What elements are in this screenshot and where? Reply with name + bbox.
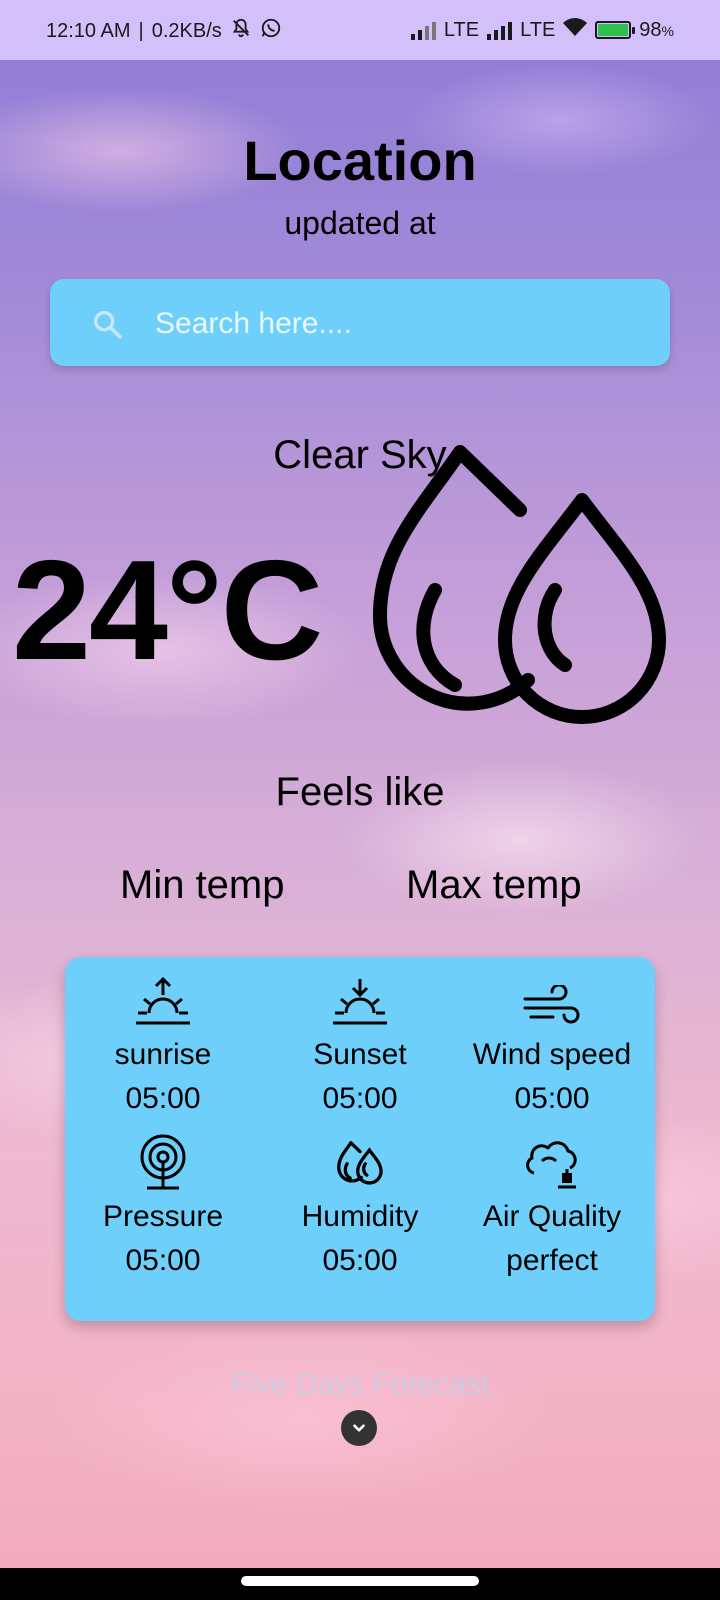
detail-label: Air Quality [482,1200,622,1233]
sunset-icon [262,973,458,1029]
pressure-icon [65,1134,261,1191]
feels-like-label: Feels like [275,770,445,814]
signal-icon [487,20,513,40]
status-net-speed: 0.2KB/s [151,19,222,42]
water-drops-icon [360,440,680,775]
temperature-value: 24°C [12,531,323,690]
detail-pressure: Pressure 05:00 [65,1134,261,1279]
detail-sunset: Sunset 05:00 [262,973,458,1117]
detail-label: sunrise [114,1038,212,1071]
wifi-icon [563,17,588,43]
expand-forecast-button[interactable] [341,1410,377,1446]
detail-value: 05:00 [514,1082,590,1115]
signal-icon [410,20,436,40]
detail-label: Pressure [102,1200,224,1233]
whatsapp-icon [260,17,282,45]
location-title: Location [243,129,477,192]
status-lte-2: LTE [520,18,556,41]
humidity-icon [262,1135,458,1191]
status-bar: 12:10 AM | 0.2KB/s LTE LTE 98% [0,0,720,60]
updated-at-label: updated at [284,205,436,241]
chevron-down-icon [353,1424,365,1432]
air-quality-icon [449,1135,655,1191]
detail-humidity: Humidity 05:00 [262,1135,458,1279]
search-bar[interactable] [50,279,670,368]
wind-icon [449,973,655,1029]
sunrise-icon [65,973,261,1029]
detail-value: 05:00 [125,1244,201,1277]
weather-details-card: sunrise 05:00 Sunset 05:00 Wind speed 05… [65,957,655,1321]
status-left: 12:10 AM | 0.2KB/s [46,17,282,45]
max-temp-label: Max temp [406,863,582,907]
home-gesture-handle[interactable] [241,1576,479,1586]
search-input[interactable] [153,279,637,368]
detail-label: Humidity [301,1200,419,1233]
battery-fill [598,24,628,36]
detail-sunrise: sunrise 05:00 [65,973,261,1117]
five-days-forecast-label[interactable]: Five Days Forecast [0,1368,720,1402]
status-separator: | [138,19,144,42]
status-right: LTE LTE 98% [410,17,674,43]
search-icon[interactable] [90,307,124,346]
detail-value: 05:00 [322,1082,398,1115]
detail-value: 05:00 [125,1082,201,1115]
min-temp-label: Min temp [120,863,285,907]
detail-wind-speed: Wind speed 05:00 [449,973,655,1117]
status-lte-1: LTE [443,18,480,41]
detail-label: Wind speed [472,1038,632,1071]
battery-percent: 98% [639,18,674,41]
detail-label: Sunset [313,1038,407,1071]
navigation-bar [0,1568,720,1600]
mute-icon [230,17,252,45]
detail-value: perfect [506,1244,598,1277]
detail-air-quality: Air Quality perfect [449,1135,655,1279]
status-time: 12:10 AM [46,19,131,42]
battery-icon [595,21,636,39]
detail-value: 05:00 [322,1244,398,1277]
